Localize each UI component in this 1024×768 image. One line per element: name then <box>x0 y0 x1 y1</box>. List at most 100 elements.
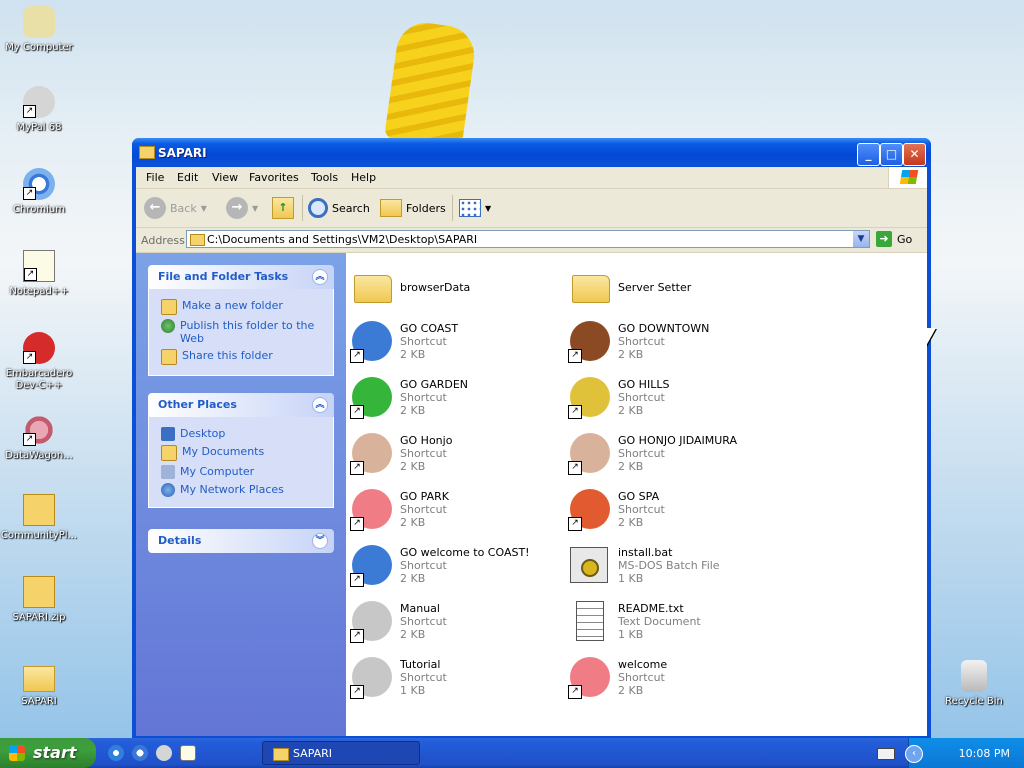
desktop-link[interactable]: Desktop <box>161 427 327 441</box>
raccoon-icon: ↗ <box>348 655 394 701</box>
desktop-icon-communityplus[interactable]: CommunityPl... <box>0 494 78 542</box>
make-new-folder-link[interactable]: Make a new folder <box>161 299 327 315</box>
details-panel: Details ︾ <box>148 529 334 553</box>
menu-view[interactable]: View <box>212 171 238 184</box>
address-dropdown-icon[interactable]: ▼ <box>853 231 869 247</box>
shortcut-arrow-icon: ↗ <box>568 349 582 363</box>
folder-icon <box>139 146 155 159</box>
menu-tools[interactable]: Tools <box>311 171 338 184</box>
forward-arrow-icon: → <box>226 197 248 219</box>
file-item[interactable]: README.txt Text Document 1 KB <box>566 597 776 647</box>
search-button[interactable]: Search <box>308 196 370 220</box>
expand-icon[interactable]: ︾ <box>312 533 328 549</box>
other-places-header[interactable]: Other Places ︽ <box>148 393 334 417</box>
file-name: GO GARDEN <box>400 378 469 391</box>
batch-file-icon <box>566 543 612 589</box>
address-bar: Address C:\Documents and Settings\VM2\De… <box>136 228 927 253</box>
desktop-icon-recycle-bin[interactable]: Recycle Bin <box>935 660 1013 708</box>
task-pane: File and Folder Tasks ︽ Make a new folde… <box>136 253 346 736</box>
keyboard-icon[interactable] <box>877 748 895 760</box>
folders-button[interactable]: Folders <box>380 196 446 220</box>
new-folder-icon <box>161 299 177 315</box>
desktop-icon-devcpp[interactable]: ↗ Embarcadero Dev-C++ <box>0 332 78 392</box>
system-tray: ‹ 10:08 PM <box>877 738 1024 768</box>
desktop-icon-my-computer[interactable]: My Computer <box>0 6 78 54</box>
desktop-icon-sapari-zip[interactable]: SAPARI.zip <box>0 576 78 624</box>
file-item[interactable]: Server Setter <box>566 261 776 311</box>
menu-file[interactable]: File <box>146 171 164 184</box>
my-network-places-link[interactable]: My Network Places <box>161 483 327 497</box>
file-name: welcome <box>618 658 668 671</box>
file-item[interactable]: ↗ GO welcome to COAST! Shortcut 2 KB <box>348 541 558 591</box>
menu-favorites[interactable]: Favorites <box>249 171 299 184</box>
address-label: Address <box>141 234 185 247</box>
file-item[interactable]: install.bat MS-DOS Batch File 1 KB <box>566 541 776 591</box>
my-computer-link[interactable]: My Computer <box>161 465 327 479</box>
my-computer-icon <box>23 6 55 38</box>
mypal-quicklaunch-icon[interactable] <box>156 745 172 761</box>
file-type: Shortcut <box>618 503 665 516</box>
toolbar-separator <box>302 195 303 221</box>
internet-explorer-icon[interactable] <box>108 745 124 761</box>
pink-cat-icon: ↗ <box>566 655 612 701</box>
file-item[interactable]: ↗ GO COAST Shortcut 2 KB <box>348 317 558 367</box>
file-item[interactable]: ↗ GO DOWNTOWN Shortcut 2 KB <box>566 317 776 367</box>
menu-edit[interactable]: Edit <box>177 171 198 184</box>
views-button[interactable]: ▼ <box>459 196 491 220</box>
chevron-down-icon: ▼ <box>252 203 259 213</box>
file-type: Shortcut <box>400 335 447 348</box>
file-type: Shortcut <box>618 391 665 404</box>
file-item[interactable]: ↗ GO SPA Shortcut 2 KB <box>566 485 776 535</box>
close-button[interactable]: ✕ <box>903 143 926 166</box>
file-name: GO DOWNTOWN <box>618 322 710 335</box>
go-button[interactable]: ➜ Go <box>876 231 912 247</box>
file-size: 2 KB <box>618 516 644 529</box>
my-documents-icon <box>161 445 177 461</box>
desktop-icon-sapari-folder[interactable]: SAPARI <box>0 660 78 708</box>
file-item[interactable]: ↗ GO HONJO JIDAIMURA Shortcut 2 KB <box>566 429 776 479</box>
file-item[interactable]: ↗ Tutorial Shortcut 1 KB <box>348 653 558 703</box>
maximize-button[interactable]: □ <box>880 143 903 166</box>
file-folder-tasks-header[interactable]: File and Folder Tasks ︽ <box>148 265 334 289</box>
zip-folder-icon <box>23 494 55 526</box>
desktop-icon-chromium[interactable]: ↗ Chromium <box>0 168 78 216</box>
desktop-icon-mypal[interactable]: ↗ MyPal 68 <box>0 86 78 134</box>
desktop-icon-notepad-plus[interactable]: ↗ Notepad++ <box>0 250 78 298</box>
mouse-cursor <box>926 328 936 346</box>
minimize-button[interactable]: _ <box>857 143 880 166</box>
share-folder-link[interactable]: Share this folder <box>161 349 327 365</box>
folders-icon <box>380 199 402 217</box>
forward-button[interactable]: → ▼ <box>226 196 258 220</box>
desktop-icon-datawagon[interactable]: ↗ DataWagon... <box>0 414 78 462</box>
details-header[interactable]: Details ︾ <box>148 529 334 553</box>
file-size: 2 KB <box>400 516 426 529</box>
address-field[interactable]: C:\Documents and Settings\VM2\Desktop\SA… <box>186 230 870 248</box>
notepad-quicklaunch-icon[interactable] <box>180 745 196 761</box>
file-name: README.txt <box>618 602 684 615</box>
menu-help[interactable]: Help <box>351 171 376 184</box>
show-hidden-icons-button[interactable]: ‹ <box>905 745 923 763</box>
file-item[interactable]: ↗ GO GARDEN Shortcut 2 KB <box>348 373 558 423</box>
file-item[interactable]: ↗ GO PARK Shortcut 2 KB <box>348 485 558 535</box>
file-size: 1 KB <box>400 684 426 697</box>
taskbar-window-sapari[interactable]: SAPARI <box>262 741 420 765</box>
title-bar[interactable]: SAPARI _ □ ✕ <box>132 138 931 166</box>
go-arrow-icon: ➜ <box>876 231 892 247</box>
file-item[interactable]: ↗ welcome Shortcut 2 KB <box>566 653 776 703</box>
my-documents-link[interactable]: My Documents <box>161 445 327 461</box>
file-folder-tasks-body: Make a new folder Publish this folder to… <box>148 289 334 376</box>
file-item[interactable]: ↗ Manual Shortcut 2 KB <box>348 597 558 647</box>
file-item[interactable]: ↗ GO Honjo Shortcut 2 KB <box>348 429 558 479</box>
up-folder-button[interactable]: ↑ <box>272 196 294 220</box>
file-item[interactable]: ↗ GO HILLS Shortcut 2 KB <box>566 373 776 423</box>
collapse-icon[interactable]: ︽ <box>312 269 328 285</box>
file-item[interactable]: browserData <box>348 261 558 311</box>
publish-folder-link[interactable]: Publish this folder to the Web <box>161 319 327 345</box>
window-body: File Edit View Favorites Tools Help ← Ba… <box>136 167 927 736</box>
file-type: Text Document <box>618 615 701 628</box>
start-button[interactable]: start <box>0 738 96 768</box>
chromium-quicklaunch-icon[interactable] <box>132 745 148 761</box>
windows-logo-icon <box>888 167 927 188</box>
back-button[interactable]: ← Back ▼ <box>144 196 207 220</box>
collapse-icon[interactable]: ︽ <box>312 397 328 413</box>
